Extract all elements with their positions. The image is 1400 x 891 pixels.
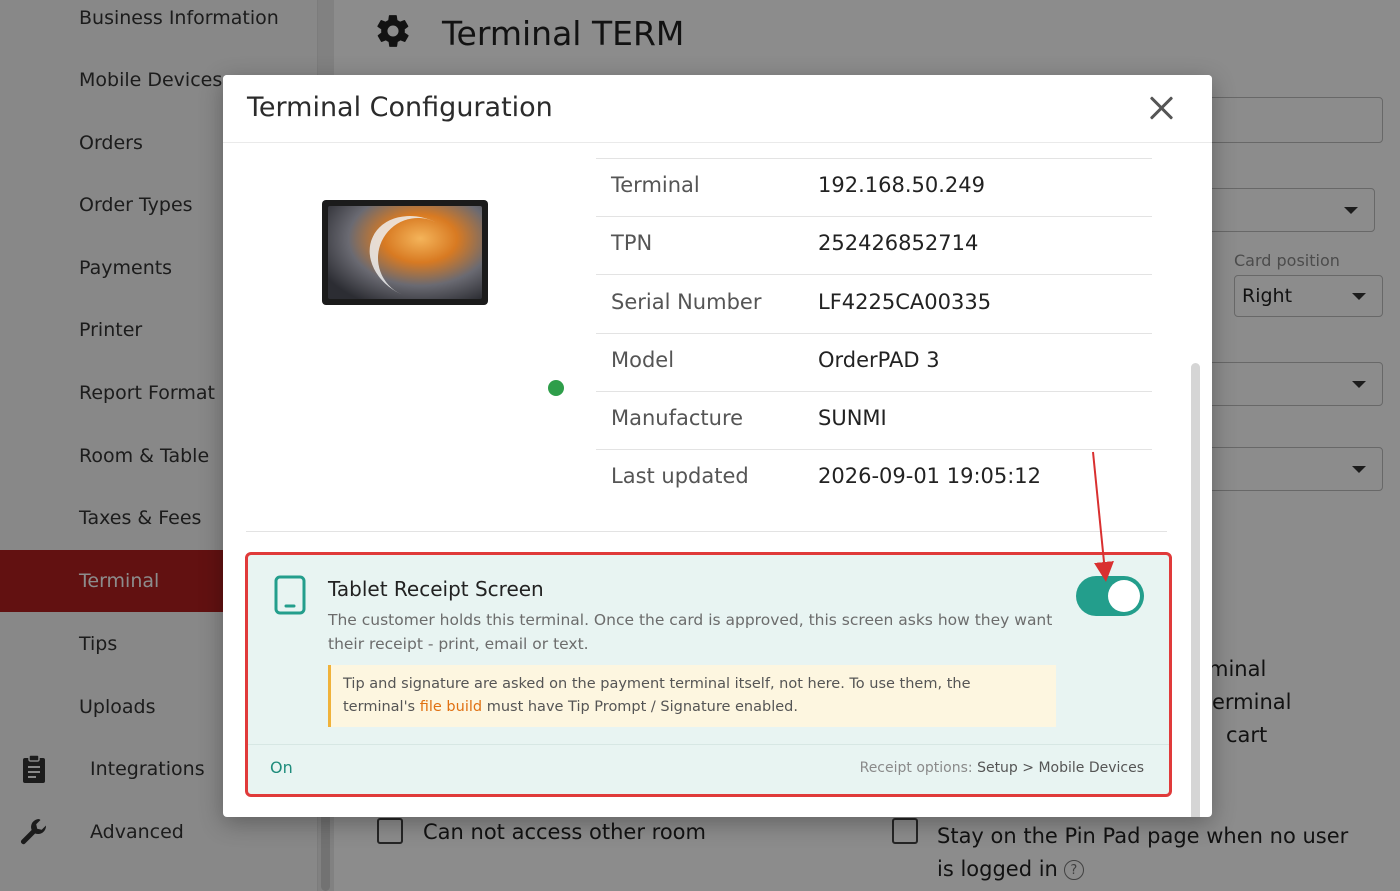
toggle-status-label: On [270, 758, 293, 777]
modal-body: SDK Status ready Terminal 192.168.50.249… [223, 143, 1212, 817]
info-row-tpn: TPN 252426852714 [596, 217, 1152, 275]
info-row-last-updated: Last updated 2026-09-01 19:05:12 [611, 464, 1042, 488]
close-icon[interactable] [1146, 93, 1176, 123]
toggle-knob [1108, 580, 1140, 612]
modal-header: Terminal Configuration [223, 75, 1212, 143]
receipt-card-footer: On Receipt options: Setup > Mobile Devic… [248, 744, 1169, 794]
info-row-manufacture: Manufacture SUNMI [596, 392, 1152, 450]
info-row-serial-number: Serial Number LF4225CA00335 [596, 276, 1152, 334]
tablet-receipt-screen-card: Tablet Receipt Screen The customer holds… [245, 552, 1172, 797]
info-row-sdk-status: SDK Status ready [596, 143, 1152, 159]
terminal-device-image [322, 200, 488, 305]
tip-signature-notice: Tip and signature are asked on the payme… [328, 665, 1056, 727]
modal-title: Terminal Configuration [247, 92, 553, 123]
tablet-icon [273, 575, 307, 619]
section-divider [246, 531, 1167, 532]
status-online-indicator [548, 380, 564, 396]
modal-scrollbar[interactable] [1191, 363, 1200, 817]
info-row-terminal: Terminal 192.168.50.249 [596, 159, 1152, 217]
file-build-link[interactable]: file build [420, 699, 482, 715]
terminal-configuration-modal: SDK Status ready Terminal 192.168.50.249… [223, 75, 1212, 817]
tablet-receipt-title: Tablet Receipt Screen [328, 577, 544, 601]
receipt-options-link[interactable]: Receipt options: Setup > Mobile Devices [860, 760, 1144, 776]
tablet-receipt-description: The customer holds this terminal. Once t… [328, 611, 1053, 653]
info-row-model: Model OrderPAD 3 [596, 334, 1152, 392]
tablet-receipt-toggle[interactable] [1076, 576, 1144, 616]
